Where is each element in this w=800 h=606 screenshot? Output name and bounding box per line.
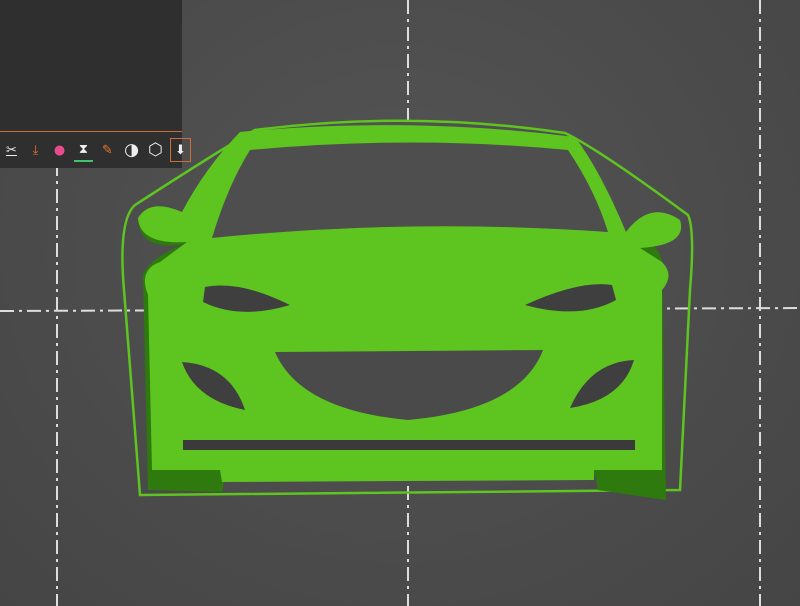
car-model bbox=[138, 125, 682, 500]
seam-paint-icon[interactable]: ✎ bbox=[98, 139, 117, 161]
support-paint-icon[interactable]: ⤓ bbox=[26, 139, 45, 161]
left-toolbar: ✂ ⤓ ● ⧗ ✎ ◑ ⬡ ⬇ bbox=[0, 136, 191, 164]
panel-divider bbox=[0, 131, 182, 132]
color-paint-icon[interactable]: ● bbox=[50, 139, 69, 161]
cut-icon[interactable]: ✂ bbox=[2, 139, 21, 161]
measure-icon[interactable]: ◑ bbox=[122, 139, 141, 161]
view-cube-icon[interactable]: ⬡ bbox=[146, 139, 165, 161]
variable-layer-height-icon[interactable]: ⧗ bbox=[74, 138, 93, 162]
gizmo-panel: ✂ ⤓ ● ⧗ ✎ ◑ ⬡ ⬇ bbox=[0, 0, 191, 168]
drop-to-bed-icon[interactable]: ⬇ bbox=[170, 138, 191, 162]
